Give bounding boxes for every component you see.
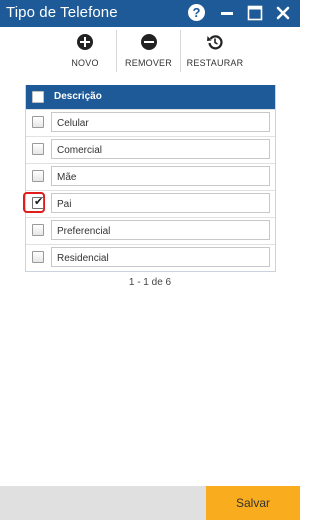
help-icon[interactable]: ? bbox=[188, 4, 205, 21]
checkmark-icon: ✔ bbox=[34, 196, 44, 208]
row-checkbox[interactable] bbox=[32, 224, 44, 236]
row-checkbox-checked[interactable]: ✔ bbox=[32, 196, 44, 209]
row-description[interactable]: Residencial bbox=[51, 247, 270, 267]
grid-header: Descrição bbox=[26, 85, 275, 109]
restore-icon bbox=[207, 35, 223, 50]
minus-circle-icon bbox=[140, 34, 157, 50]
row-checkbox[interactable] bbox=[32, 143, 44, 155]
row-description[interactable]: Comercial bbox=[51, 139, 270, 159]
footer-bar: Salvar bbox=[0, 486, 300, 520]
select-all-checkbox[interactable] bbox=[32, 91, 44, 103]
novo-label: NOVO bbox=[71, 58, 99, 68]
novo-button[interactable]: NOVO bbox=[60, 30, 110, 75]
toolbar-divider bbox=[116, 30, 117, 72]
minimize-icon[interactable] bbox=[218, 4, 236, 22]
table-row-selected[interactable]: ✔ Pai bbox=[23, 190, 275, 217]
close-icon[interactable] bbox=[274, 4, 292, 22]
table-row[interactable]: Comercial bbox=[26, 136, 275, 163]
restaurar-label: RESTAURAR bbox=[186, 58, 244, 68]
row-description[interactable]: Preferencial bbox=[51, 220, 270, 240]
maximize-icon[interactable] bbox=[246, 4, 264, 22]
table-row[interactable]: Celular bbox=[26, 109, 275, 136]
row-description[interactable]: Celular bbox=[51, 112, 270, 132]
table-row[interactable]: Mãe bbox=[26, 163, 275, 190]
save-button[interactable]: Salvar bbox=[206, 486, 300, 520]
row-description[interactable]: Mãe bbox=[51, 166, 270, 186]
title-bar: Tipo de Telefone ? bbox=[0, 0, 300, 27]
plus-circle-icon bbox=[77, 34, 93, 50]
toolbar: NOVO REMOVER RESTAURAR bbox=[0, 30, 300, 75]
row-description[interactable]: Pai bbox=[51, 193, 270, 213]
column-header-descricao: Descrição bbox=[54, 91, 102, 102]
row-checkbox[interactable] bbox=[32, 170, 44, 182]
pager-status: 1 - 1 de 6 bbox=[128, 277, 172, 288]
remover-label: REMOVER bbox=[125, 58, 172, 68]
phone-type-grid: Descrição Celular Comercial Mãe ✔ Pai Pr… bbox=[23, 85, 276, 272]
remover-button[interactable]: REMOVER bbox=[121, 30, 176, 75]
table-row[interactable]: Residencial bbox=[26, 244, 275, 271]
row-checkbox[interactable] bbox=[32, 251, 44, 263]
restaurar-button[interactable]: RESTAURAR bbox=[184, 30, 246, 75]
row-checkbox[interactable] bbox=[32, 116, 44, 128]
window-title: Tipo de Telefone bbox=[6, 4, 118, 21]
toolbar-divider bbox=[180, 30, 181, 72]
table-row[interactable]: Preferencial bbox=[26, 217, 275, 244]
